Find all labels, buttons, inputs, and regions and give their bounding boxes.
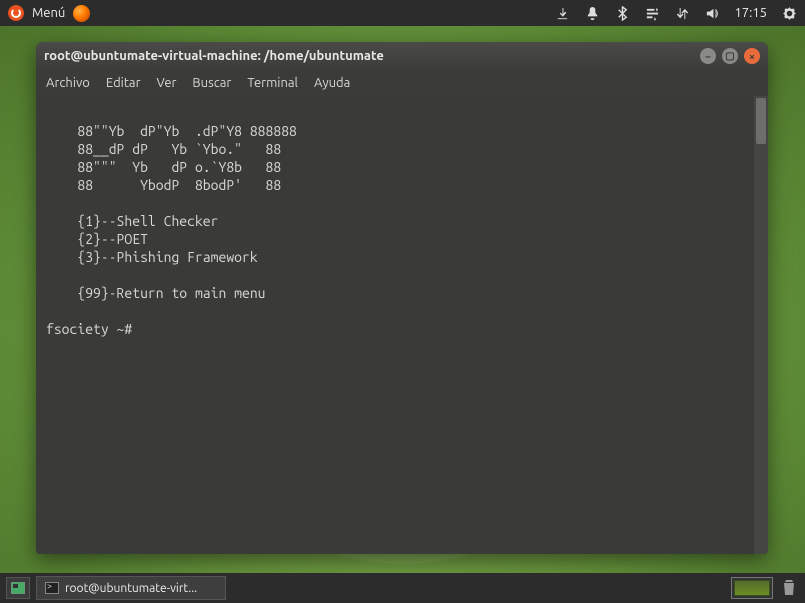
- menu-ver[interactable]: Ver: [157, 76, 177, 90]
- menu-ayuda[interactable]: Ayuda: [314, 76, 350, 90]
- menu-terminal[interactable]: Terminal: [247, 76, 298, 90]
- terminal-icon: [45, 582, 59, 594]
- volume-icon[interactable]: [704, 5, 720, 21]
- close-button[interactable]: ×: [744, 48, 760, 64]
- clock[interactable]: 17:15: [734, 6, 767, 20]
- taskbar-item-label: root@ubuntumate-virt...: [65, 582, 197, 595]
- taskbar-item-terminal[interactable]: root@ubuntumate-virt...: [36, 576, 226, 600]
- ubuntu-logo-icon[interactable]: [8, 5, 24, 21]
- top-panel: Menú 17:15: [0, 0, 805, 26]
- settings-menu-icon[interactable]: [644, 5, 660, 21]
- bell-icon[interactable]: [584, 5, 600, 21]
- show-desktop-button[interactable]: [6, 577, 30, 599]
- maximize-button[interactable]: ▢: [722, 48, 738, 64]
- firefox-icon[interactable]: [73, 5, 90, 22]
- workspace-1[interactable]: [734, 580, 770, 596]
- minimize-button[interactable]: –: [700, 48, 716, 64]
- terminal-menubar: Archivo Editar Ver Buscar Terminal Ayuda: [36, 70, 768, 96]
- download-icon[interactable]: [554, 5, 570, 21]
- menu-archivo[interactable]: Archivo: [46, 76, 90, 90]
- bottom-panel: root@ubuntumate-virt...: [0, 573, 805, 603]
- terminal-content[interactable]: 88""Yb dP"Yb .dP"Y8 888888 88__dP dP Yb …: [36, 96, 754, 554]
- network-icon[interactable]: [674, 5, 690, 21]
- scrollbar[interactable]: [754, 96, 768, 554]
- terminal-body: 88""Yb dP"Yb .dP"Y8 888888 88__dP dP Yb …: [36, 96, 768, 554]
- terminal-window: root@ubuntumate-virtual-machine: /home/u…: [36, 42, 768, 554]
- gear-icon[interactable]: [781, 5, 797, 21]
- workspace-switcher[interactable]: [731, 577, 773, 599]
- menu-buscar[interactable]: Buscar: [192, 76, 231, 90]
- trash-icon[interactable]: [779, 577, 799, 599]
- window-title: root@ubuntumate-virtual-machine: /home/u…: [44, 49, 694, 63]
- menu-editar[interactable]: Editar: [106, 76, 141, 90]
- scrollbar-thumb[interactable]: [756, 98, 766, 144]
- menu-label[interactable]: Menú: [32, 6, 65, 20]
- window-titlebar[interactable]: root@ubuntumate-virtual-machine: /home/u…: [36, 42, 768, 70]
- bluetooth-icon[interactable]: [614, 5, 630, 21]
